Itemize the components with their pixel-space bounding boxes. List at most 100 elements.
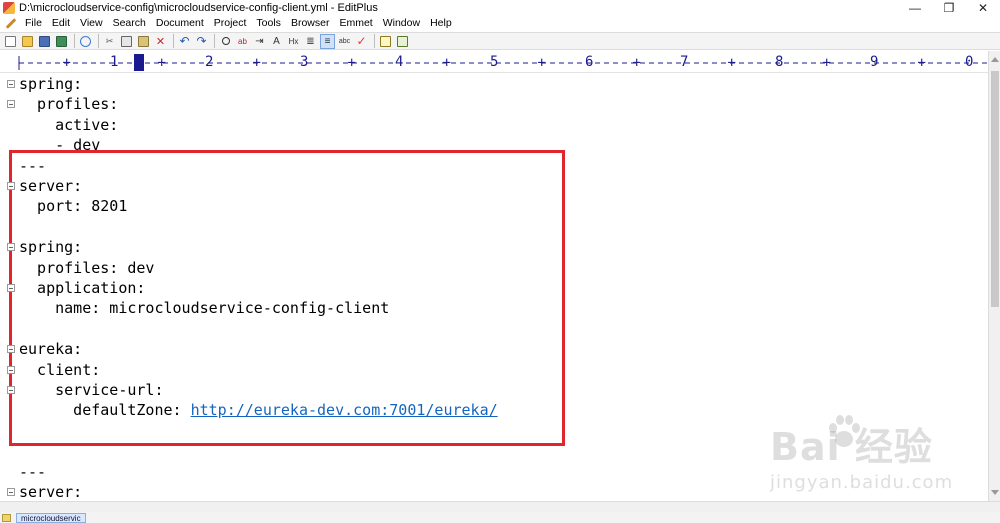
- line-number-icon[interactable]: ≡: [320, 33, 335, 49]
- scrollbar-thumb[interactable]: [991, 71, 999, 307]
- screen-toggle-icon[interactable]: [378, 34, 393, 49]
- toolbar: ✂ ✕ ↶ ↷ ab ⇥ A Hx ≣ ≡ abc ✓: [0, 32, 1000, 50]
- pen-icon[interactable]: [4, 17, 16, 29]
- scroll-down-arrow-icon[interactable]: [991, 490, 999, 495]
- code-text: server:: [19, 483, 83, 501]
- delete-icon[interactable]: ✕: [153, 34, 168, 49]
- menu-search[interactable]: Search: [108, 17, 151, 29]
- find-icon[interactable]: [218, 34, 233, 49]
- ruler-plus-mark: +: [253, 55, 261, 71]
- font-size-icon[interactable]: A: [269, 34, 284, 49]
- code-text: server:: [19, 177, 83, 195]
- fold-marker-icon[interactable]: [7, 80, 15, 88]
- code-line: profiles: dev: [19, 258, 154, 278]
- fold-marker-icon[interactable]: [7, 488, 15, 496]
- code-line: defaultZone: http://eureka-dev.com:7001/…: [19, 400, 498, 420]
- cut-icon[interactable]: ✂: [102, 34, 117, 49]
- horizontal-scrollbar[interactable]: [0, 501, 1000, 512]
- code-line: server:: [19, 482, 82, 501]
- editplus-app-icon: [3, 1, 15, 14]
- column-select-icon[interactable]: abc: [337, 34, 352, 49]
- code-line: - dev: [19, 135, 100, 155]
- scroll-up-arrow-icon[interactable]: [991, 57, 999, 62]
- menu-browser[interactable]: Browser: [286, 17, 335, 29]
- code-text: ---: [19, 156, 47, 175]
- save-icon[interactable]: [37, 34, 52, 49]
- paste-icon[interactable]: [136, 34, 151, 49]
- fold-marker-icon[interactable]: [7, 386, 15, 394]
- code-editor[interactable]: spring: profiles: active: - dev --- server…: [0, 73, 988, 501]
- fold-marker-icon[interactable]: [7, 100, 15, 109]
- ruler-number: 6: [585, 54, 594, 70]
- toolbar-separator: [214, 34, 215, 48]
- ruler-number: 5: [490, 54, 499, 70]
- ruler-number: 3: [300, 54, 309, 70]
- toolbar-separator: [374, 34, 375, 48]
- restore-button[interactable]: ❐: [932, 0, 966, 15]
- new-file-icon[interactable]: [3, 34, 18, 49]
- code-line: active:: [19, 115, 118, 135]
- ruler-number: 8: [775, 54, 784, 70]
- code-text: - dev: [19, 136, 101, 155]
- ruler-number: 0: [965, 54, 974, 70]
- close-button[interactable]: ✕: [966, 0, 1000, 15]
- vertical-scrollbar[interactable]: [988, 51, 1000, 501]
- menu-tools[interactable]: Tools: [251, 17, 286, 29]
- ruler-number: 1: [110, 54, 119, 70]
- menu-bar: File Edit View Search Document Project T…: [0, 15, 1000, 31]
- fold-marker-icon[interactable]: [7, 365, 15, 374]
- code-line: ---: [19, 156, 46, 176]
- code-text: name: microcloudservice-config-client: [19, 299, 390, 318]
- toolbar-separator: [173, 34, 174, 48]
- menu-file[interactable]: File: [20, 17, 47, 29]
- column-ruler: + + + + + + + + + + 1 2 3 4 5 6 7 8 9 0: [0, 51, 988, 73]
- menu-help[interactable]: Help: [425, 17, 457, 29]
- fold-marker-icon[interactable]: [7, 182, 15, 190]
- redo-icon[interactable]: ↷: [194, 34, 209, 49]
- document-tab[interactable]: microcloudservic: [16, 513, 86, 523]
- menu-emmet[interactable]: Emmet: [334, 17, 377, 29]
- code-text: client:: [19, 360, 101, 379]
- browser-preview-icon[interactable]: [78, 34, 93, 49]
- ruler-plus-mark: +: [918, 55, 926, 71]
- menu-document[interactable]: Document: [151, 17, 209, 29]
- document-tab-bar: microcloudservic: [0, 512, 1000, 523]
- code-line: spring:: [19, 74, 82, 94]
- spell-check-icon[interactable]: ✓: [354, 34, 369, 49]
- code-line: name: microcloudservice-config-client: [19, 298, 389, 318]
- ruler-plus-mark: +: [63, 55, 71, 71]
- fold-marker-icon[interactable]: [7, 284, 15, 292]
- code-line: ---: [19, 462, 46, 482]
- menu-view[interactable]: View: [75, 17, 108, 29]
- code-text: profiles:: [19, 95, 119, 114]
- window-title: D:\microcloudservice-config\microcloudse…: [19, 1, 378, 14]
- ruler-plus-mark: +: [158, 55, 166, 71]
- save-all-icon[interactable]: [54, 34, 69, 49]
- url-link[interactable]: http://eureka-dev.com:7001/eureka/: [191, 401, 498, 419]
- hex-icon[interactable]: Hx: [286, 34, 301, 49]
- copy-icon[interactable]: [119, 34, 134, 49]
- fold-marker-icon[interactable]: [7, 345, 15, 354]
- code-text: spring:: [19, 238, 83, 257]
- ruler-number: 4: [395, 54, 404, 70]
- minimize-button[interactable]: —: [898, 0, 932, 15]
- code-line: service-url:: [19, 380, 163, 400]
- code-text: defaultZone:: [19, 401, 191, 420]
- replace-icon[interactable]: ab: [235, 34, 250, 49]
- menu-edit[interactable]: Edit: [47, 17, 75, 29]
- code-text: eureka:: [19, 340, 83, 359]
- menu-window[interactable]: Window: [378, 17, 425, 29]
- code-text: port: 8201: [19, 197, 128, 216]
- toolbar-separator: [98, 34, 99, 48]
- open-folder-icon[interactable]: [20, 34, 35, 49]
- code-line: server:: [19, 176, 82, 196]
- menu-project[interactable]: Project: [209, 17, 252, 29]
- find-next-icon[interactable]: ⇥: [252, 34, 267, 49]
- folder-icon: [2, 514, 11, 522]
- output-window-icon[interactable]: [395, 34, 410, 49]
- ruler-plus-mark: +: [823, 55, 831, 71]
- toolbar-separator: [74, 34, 75, 48]
- undo-icon[interactable]: ↶: [177, 34, 192, 49]
- fold-marker-icon[interactable]: [7, 243, 15, 252]
- word-wrap-icon[interactable]: ≣: [303, 34, 318, 49]
